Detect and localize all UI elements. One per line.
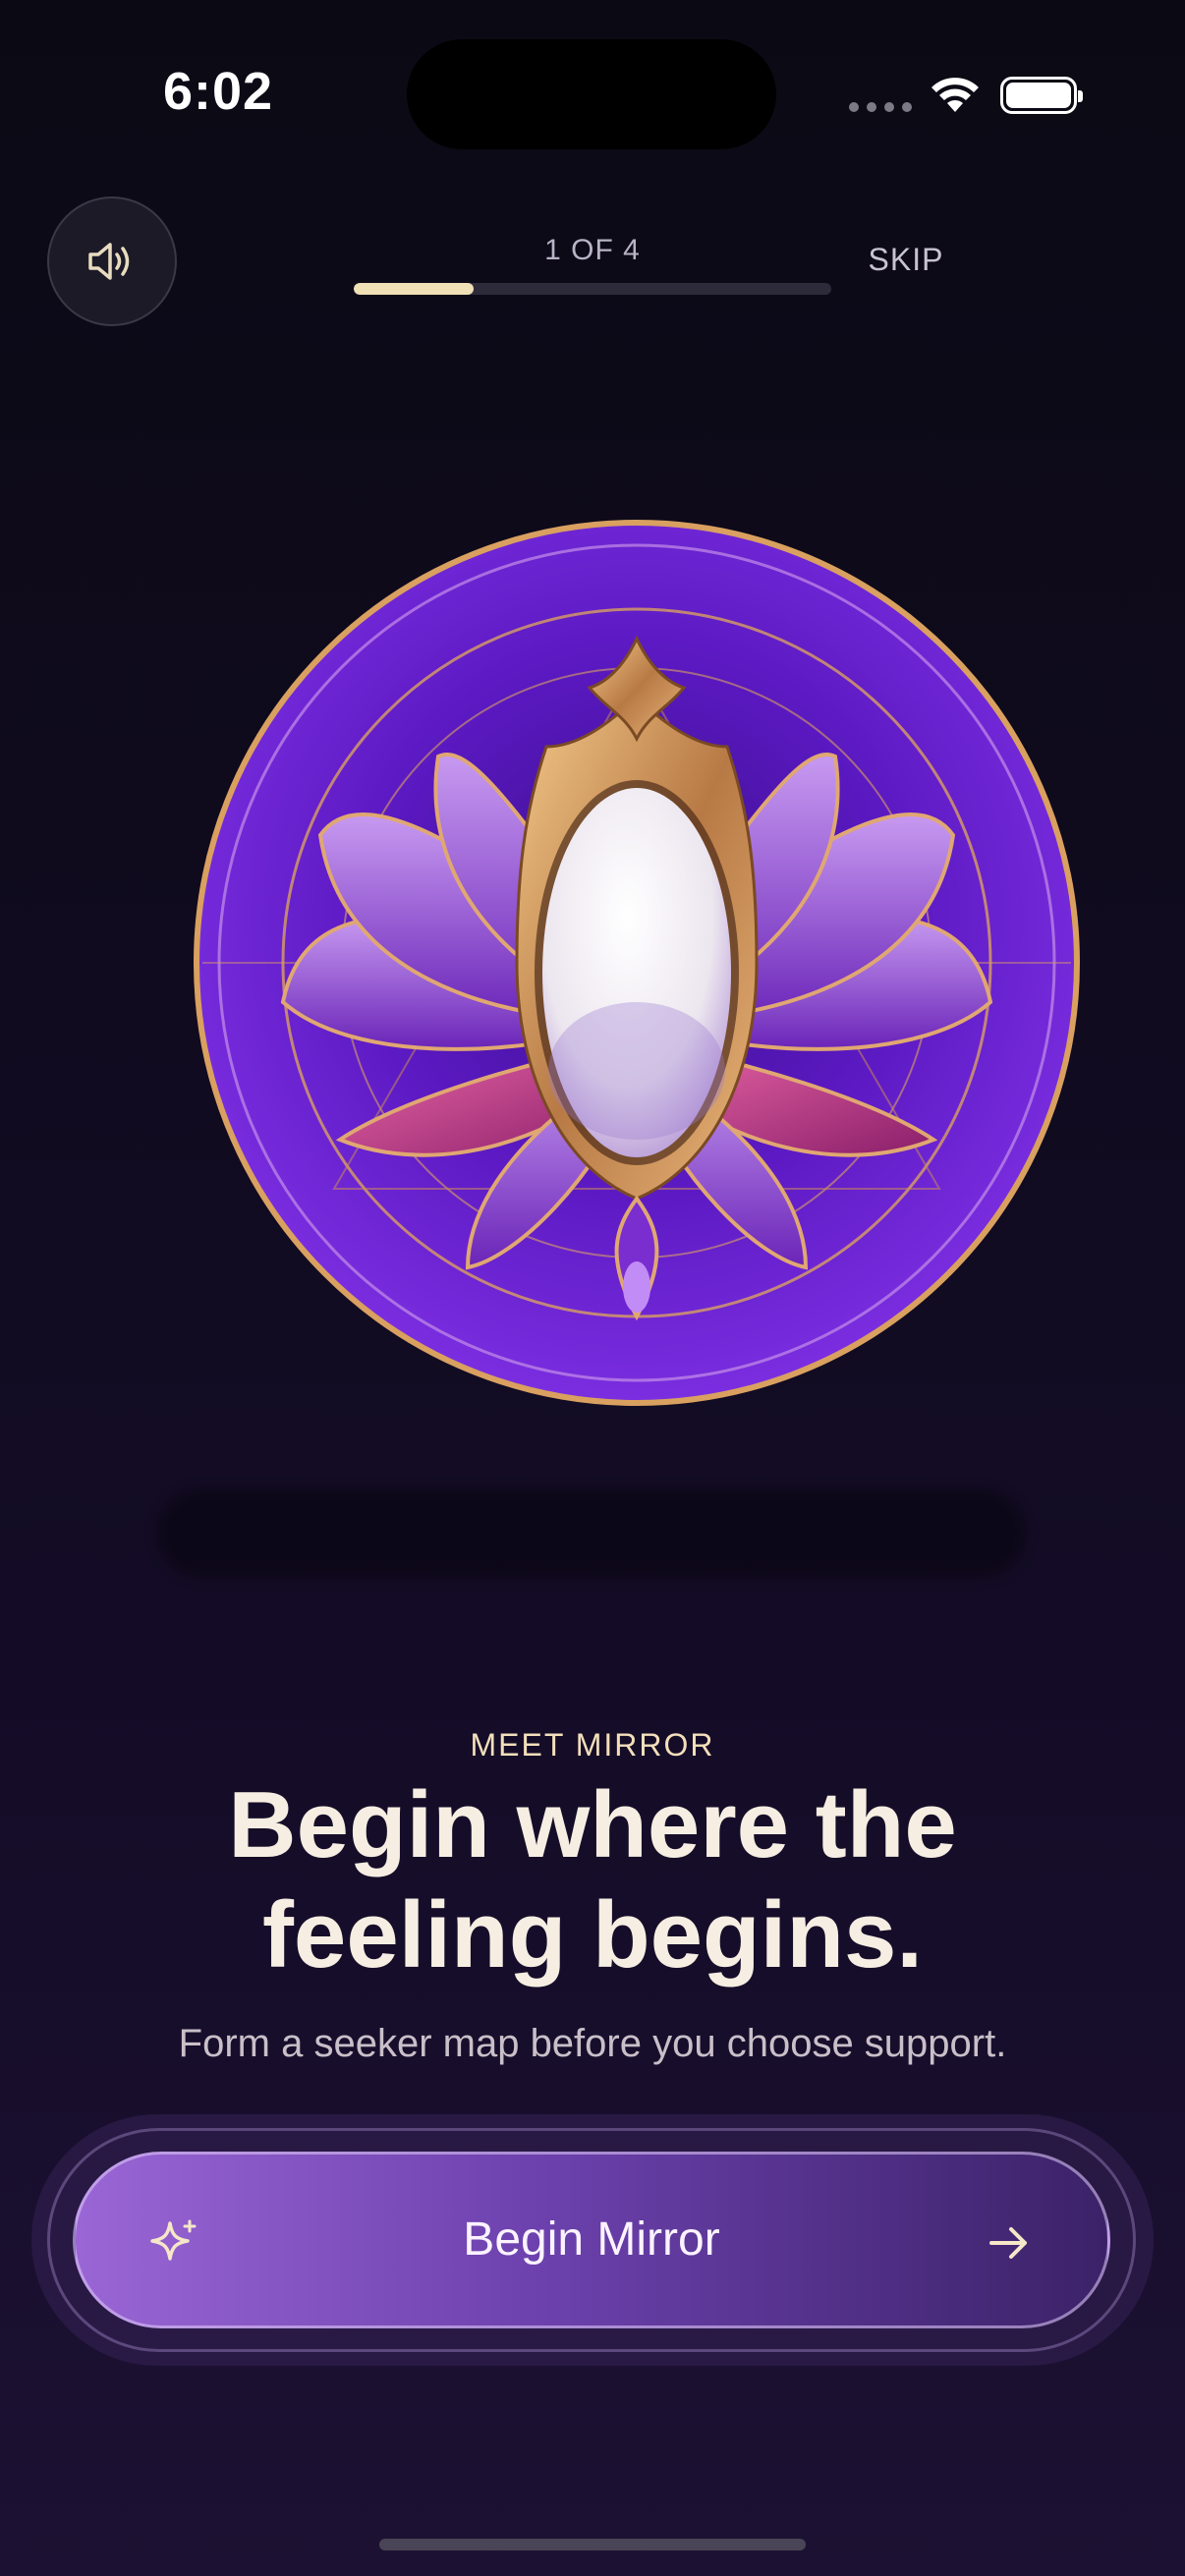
home-indicator <box>379 2539 806 2550</box>
progress-fill <box>354 283 474 295</box>
progress-bar <box>354 283 831 295</box>
lotus-mirror-emblem <box>194 520 1080 1406</box>
begin-mirror-label: Begin Mirror <box>463 2213 720 2266</box>
dynamic-island <box>407 39 776 149</box>
page-title-line-2: feeling begins. <box>261 1882 924 1988</box>
status-time: 6:02 <box>163 62 274 121</box>
cellular-signal-icon <box>849 102 912 112</box>
battery-icon <box>1000 77 1083 114</box>
eyebrow-label: MEET MIRROR <box>470 1727 715 1763</box>
progress-label: 1 OF 4 <box>544 234 641 266</box>
wifi-icon <box>931 78 979 112</box>
skip-button[interactable]: SKIP <box>843 242 969 278</box>
status-bar: 6:02 <box>0 0 1185 196</box>
speaker-icon <box>88 243 130 280</box>
page-title-line-1: Begin where the <box>228 1772 957 1877</box>
page-subtitle: Form a seeker map before you choose supp… <box>178 2022 1007 2065</box>
begin-mirror-button[interactable]: Begin Mirror <box>73 2152 1110 2328</box>
hero-shadow <box>157 1489 1026 1578</box>
arrow-right-icon <box>989 2227 1027 2259</box>
page-title: Begin where the feeling begins. <box>98 1770 1087 1990</box>
sound-toggle-button[interactable] <box>47 196 177 326</box>
